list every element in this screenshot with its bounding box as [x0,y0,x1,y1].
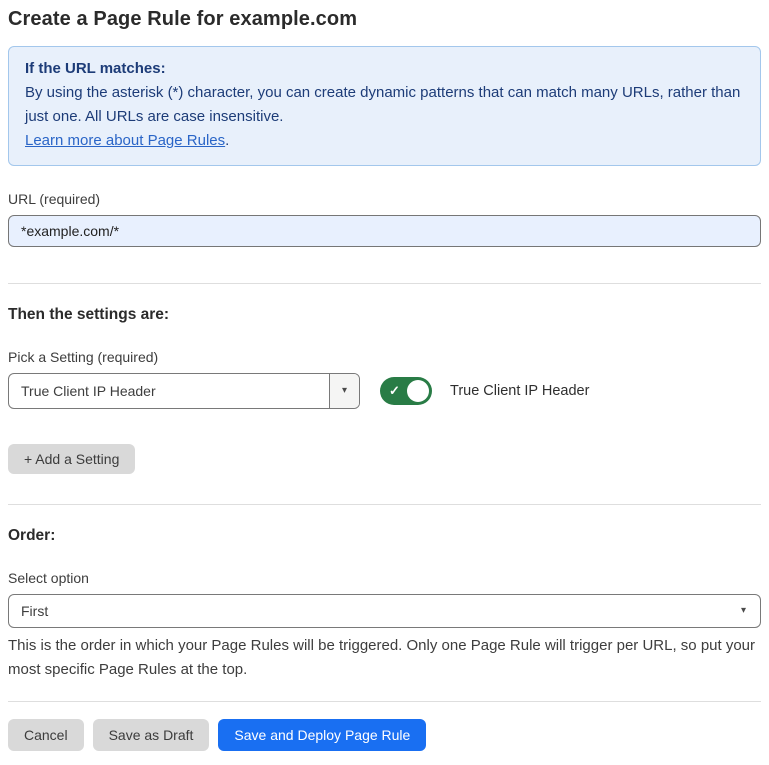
info-box-heading: If the URL matches: [25,57,744,81]
url-input[interactable] [8,215,761,247]
chevron-down-icon: ▾ [741,606,746,616]
true-client-ip-toggle[interactable]: ✓ [380,377,432,405]
add-setting-button[interactable]: + Add a Setting [8,444,135,474]
order-select[interactable]: First ▾ [8,594,761,628]
save-draft-button[interactable]: Save as Draft [93,719,210,751]
order-section-heading: Order: [8,527,761,545]
info-box-link-line: Learn more about Page Rules. [25,129,744,153]
order-help-text: This is the order in which your Page Rul… [8,634,761,682]
divider [8,504,761,505]
info-box-body: By using the asterisk (*) character, you… [25,81,744,129]
link-period: . [225,132,229,149]
divider [8,701,761,702]
page-title: Create a Page Rule for example.com [8,8,761,31]
save-deploy-button[interactable]: Save and Deploy Page Rule [218,719,426,751]
settings-section-heading: Then the settings are: [8,306,761,324]
pick-setting-label: Pick a Setting (required) [8,349,761,365]
url-field-label: URL (required) [8,191,761,207]
learn-more-link[interactable]: Learn more about Page Rules [25,132,225,149]
chevron-down-icon: ▾ [342,386,347,396]
divider [8,283,761,284]
setting-select[interactable]: True Client IP Header ▾ [8,373,360,409]
order-select-value: First [9,595,741,627]
setting-row: True Client IP Header ▾ ✓ True Client IP… [8,373,761,409]
order-select-label: Select option [8,570,761,586]
toggle-label: True Client IP Header [450,383,589,399]
order-select-arrow: ▾ [741,595,760,627]
setting-select-arrow-button[interactable]: ▾ [329,374,359,408]
cancel-button[interactable]: Cancel [8,719,84,751]
check-icon: ✓ [389,383,400,399]
url-match-info-box: If the URL matches: By using the asteris… [8,46,761,166]
footer-button-row: Cancel Save as Draft Save and Deploy Pag… [8,719,761,751]
toggle-knob [407,380,429,402]
setting-select-value: True Client IP Header [9,374,329,408]
